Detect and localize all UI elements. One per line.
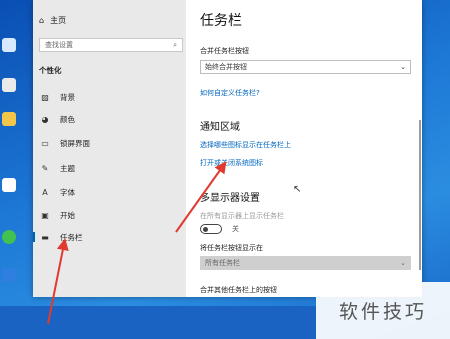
watermark: 软件技巧 — [316, 282, 450, 339]
arrow-to-taskbar — [47, 238, 69, 325]
arrow-to-system-icons-link — [175, 161, 227, 233]
